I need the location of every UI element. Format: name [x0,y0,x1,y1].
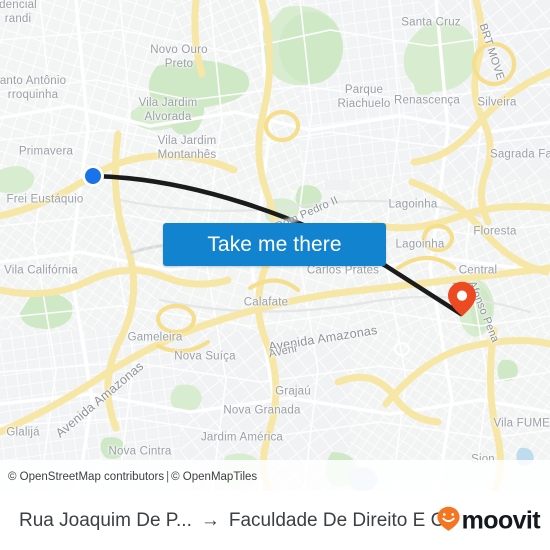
route-summary[interactable]: Rua Joaquim De P... → Faculdade De Direi… [19,510,449,532]
arrow-right-icon: → [200,510,220,531]
origin-marker-icon[interactable] [82,165,104,187]
osm-attribution-link[interactable]: © OpenStreetMap contributors [8,471,164,483]
map-canvas[interactable]: .blk { fill:#f1f2f2; } .blk2 { fill:#e9e… [0,0,550,491]
route-origin-label: Rua Joaquim De P... [19,509,192,531]
take-me-there-button[interactable]: Take me there [163,223,386,266]
openmaptiles-attribution-link[interactable]: © OpenMapTiles [171,471,257,483]
route-destination-label: Faculdade De Direito E Ciênci... [228,509,449,531]
moovit-pin-icon [436,505,461,536]
moovit-trip-screen: .blk { fill:#f1f2f2; } .blk2 { fill:#e9e… [0,0,550,550]
attribution: © OpenStreetMap contributors | © OpenMapTi… [8,471,257,483]
moovit-logo[interactable]: moovit [436,505,541,536]
moovit-wordmark: moovit [461,506,541,534]
destination-pin-icon[interactable] [447,281,477,317]
trip-footer: Rua Joaquim De P... → Faculdade De Direi… [0,491,550,550]
